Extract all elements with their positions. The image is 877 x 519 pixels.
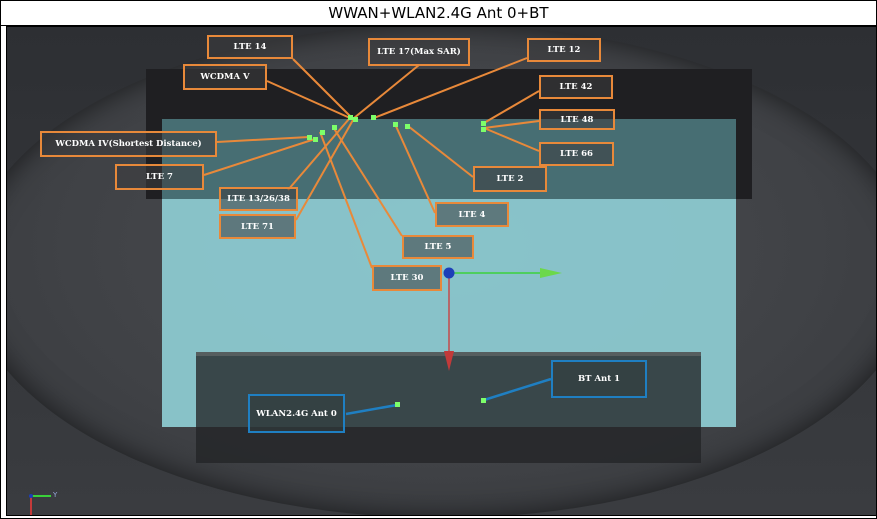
antenna-point [393, 122, 398, 127]
antenna-point [348, 115, 353, 120]
label-lte42: LTE 42 [539, 75, 613, 99]
leader-lte48 [483, 120, 540, 129]
axis-indicator: Y [29, 491, 58, 515]
antenna-point [320, 130, 325, 135]
leader-lte4 [394, 123, 436, 214]
label-wcdma-iv: WCDMA IV(Shortest Distance) [40, 131, 217, 157]
leader-lte42 [483, 90, 540, 124]
label-lte5: LTE 5 [402, 235, 474, 259]
leader-wcdma-v [266, 80, 351, 119]
gizmo-y-arrow [444, 351, 454, 371]
label-lte13-26-38: LTE 13/26/38 [219, 187, 298, 211]
leader-lte17 [353, 64, 420, 119]
antenna-point [313, 137, 318, 142]
antenna-point [481, 121, 486, 126]
antenna-point [332, 125, 337, 130]
leader-lte12 [373, 57, 528, 119]
gizmo-origin [443, 267, 455, 279]
label-bt-ant1: BT Ant 1 [551, 360, 647, 398]
antenna-point [307, 135, 312, 140]
leader-wlan-ant0 [345, 403, 398, 416]
label-wcdma-v: WCDMA V [183, 64, 267, 90]
antenna-point-bt [481, 398, 486, 403]
leader-lte7 [203, 138, 316, 176]
label-lte66: LTE 66 [539, 142, 614, 166]
label-wlan-ant0: WLAN2.4G Ant 0 [248, 394, 345, 433]
label-lte2: LTE 2 [473, 166, 547, 192]
leader-lte5 [332, 126, 403, 237]
antenna-point [481, 127, 486, 132]
label-lte14: LTE 14 [207, 35, 293, 59]
transform-gizmo [443, 267, 562, 371]
leader-lte30 [319, 131, 373, 269]
leader-wcdma-iv [216, 136, 310, 143]
label-lte12: LTE 12 [527, 38, 601, 62]
antenna-point [371, 115, 376, 120]
label-lte7: LTE 7 [115, 164, 204, 190]
label-lte17: LTE 17(Max SAR) [368, 38, 470, 66]
label-lte48: LTE 48 [539, 109, 615, 130]
figure-title: WWAN+WLAN2.4G Ant 0+BT [1, 1, 876, 26]
label-lte4: LTE 4 [435, 202, 509, 227]
leader-lte14 [292, 58, 353, 119]
leader-bt-ant1 [483, 377, 552, 402]
leader-lte66 [483, 127, 540, 152]
label-lte71: LTE 71 [219, 214, 296, 239]
antenna-point [353, 117, 358, 122]
leader-lte2 [407, 125, 474, 178]
label-lte30: LTE 30 [372, 265, 442, 291]
device-3d-view: Y LTE 14 LTE 17(Max SAR) LTE 12 WCDMA V … [6, 26, 877, 516]
antenna-point [405, 124, 410, 129]
gizmo-x-arrow [540, 268, 562, 278]
axis-y-label: Y [52, 491, 58, 499]
antenna-point-wlan [395, 402, 400, 407]
